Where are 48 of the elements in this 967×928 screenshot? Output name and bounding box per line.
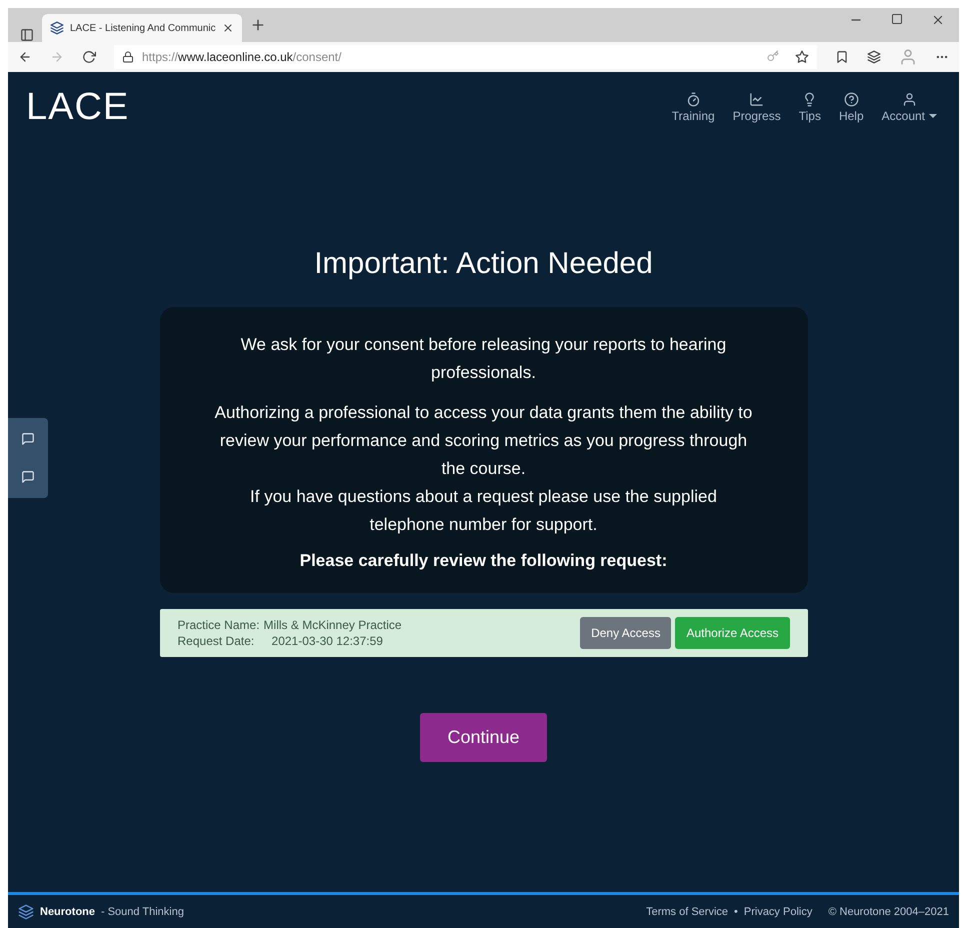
nav-label: Tips bbox=[798, 109, 821, 123]
browser-tab[interactable]: LACE - Listening And Communic bbox=[42, 14, 242, 42]
review-prompt: Please carefully review the following request: bbox=[300, 551, 668, 571]
new-tab-icon[interactable] bbox=[250, 17, 266, 33]
brand-name: Neurotone bbox=[40, 906, 95, 918]
refresh-icon[interactable] bbox=[82, 50, 96, 64]
footer-link[interactable]: Terms of Service bbox=[646, 906, 728, 918]
practice-label: Practice Name: bbox=[178, 618, 260, 632]
back-icon[interactable] bbox=[18, 50, 32, 64]
nav-link[interactable]: Account bbox=[882, 92, 937, 123]
continue-button[interactable]: Continue bbox=[420, 713, 547, 762]
user-icon bbox=[902, 92, 917, 107]
notice-text: We ask for your consent before releasing your reports to hearing professionals. bbox=[240, 334, 728, 384]
close-icon[interactable] bbox=[222, 22, 234, 34]
nav-label: Training bbox=[672, 109, 715, 123]
address-bar[interactable]: https://www.laceonline.co.uk/consent/ bbox=[114, 45, 817, 69]
nav-label: Progress bbox=[732, 109, 781, 123]
request-date: 2021-03-30 12:37:59 bbox=[270, 634, 384, 648]
nav-link[interactable]: Help bbox=[838, 92, 864, 123]
timer-icon bbox=[686, 92, 701, 107]
date-label: Request Date: bbox=[178, 634, 256, 648]
tab-actions-icon[interactable] bbox=[20, 28, 34, 42]
nav-link[interactable]: Tips bbox=[798, 92, 821, 123]
copyright: © Neurotone 2004–2021 bbox=[828, 906, 949, 918]
notice-text: Authorizing a professional to access your data grants them the ability to review your performance and scoring metrics as you progress through the course. If you have questions about a request please use the supplied telephone number for support. bbox=[214, 402, 754, 536]
chart-icon bbox=[749, 92, 764, 107]
footer-link[interactable]: Privacy Policy bbox=[744, 906, 812, 918]
logo[interactable]: LACE bbox=[26, 86, 130, 129]
nav-label: Help bbox=[838, 109, 864, 123]
practice-name: Mills & McKinney Practice bbox=[264, 618, 402, 632]
tab-title: LACE - Listening And Communic bbox=[70, 22, 216, 34]
collections-icon[interactable] bbox=[867, 50, 881, 64]
message-icon[interactable] bbox=[21, 470, 35, 484]
nav-label: Account bbox=[882, 109, 925, 123]
separator: • bbox=[734, 906, 738, 918]
url-text: https://www.laceonline.co.uk/consent/ bbox=[142, 50, 342, 64]
page-title: Important: Action Needed bbox=[314, 247, 653, 281]
lock-icon bbox=[122, 51, 134, 63]
close-icon[interactable] bbox=[931, 13, 945, 27]
help-icon bbox=[844, 92, 859, 107]
favorites-icon[interactable] bbox=[835, 50, 849, 64]
caret-icon bbox=[929, 114, 937, 118]
maximize-icon[interactable] bbox=[891, 13, 903, 27]
star-icon[interactable] bbox=[795, 50, 809, 64]
nav-link[interactable]: Training bbox=[672, 92, 715, 123]
tagline: - Sound Thinking bbox=[101, 906, 184, 918]
nav-link[interactable]: Progress bbox=[732, 92, 781, 123]
deny-button[interactable]: Deny Access bbox=[580, 617, 672, 649]
